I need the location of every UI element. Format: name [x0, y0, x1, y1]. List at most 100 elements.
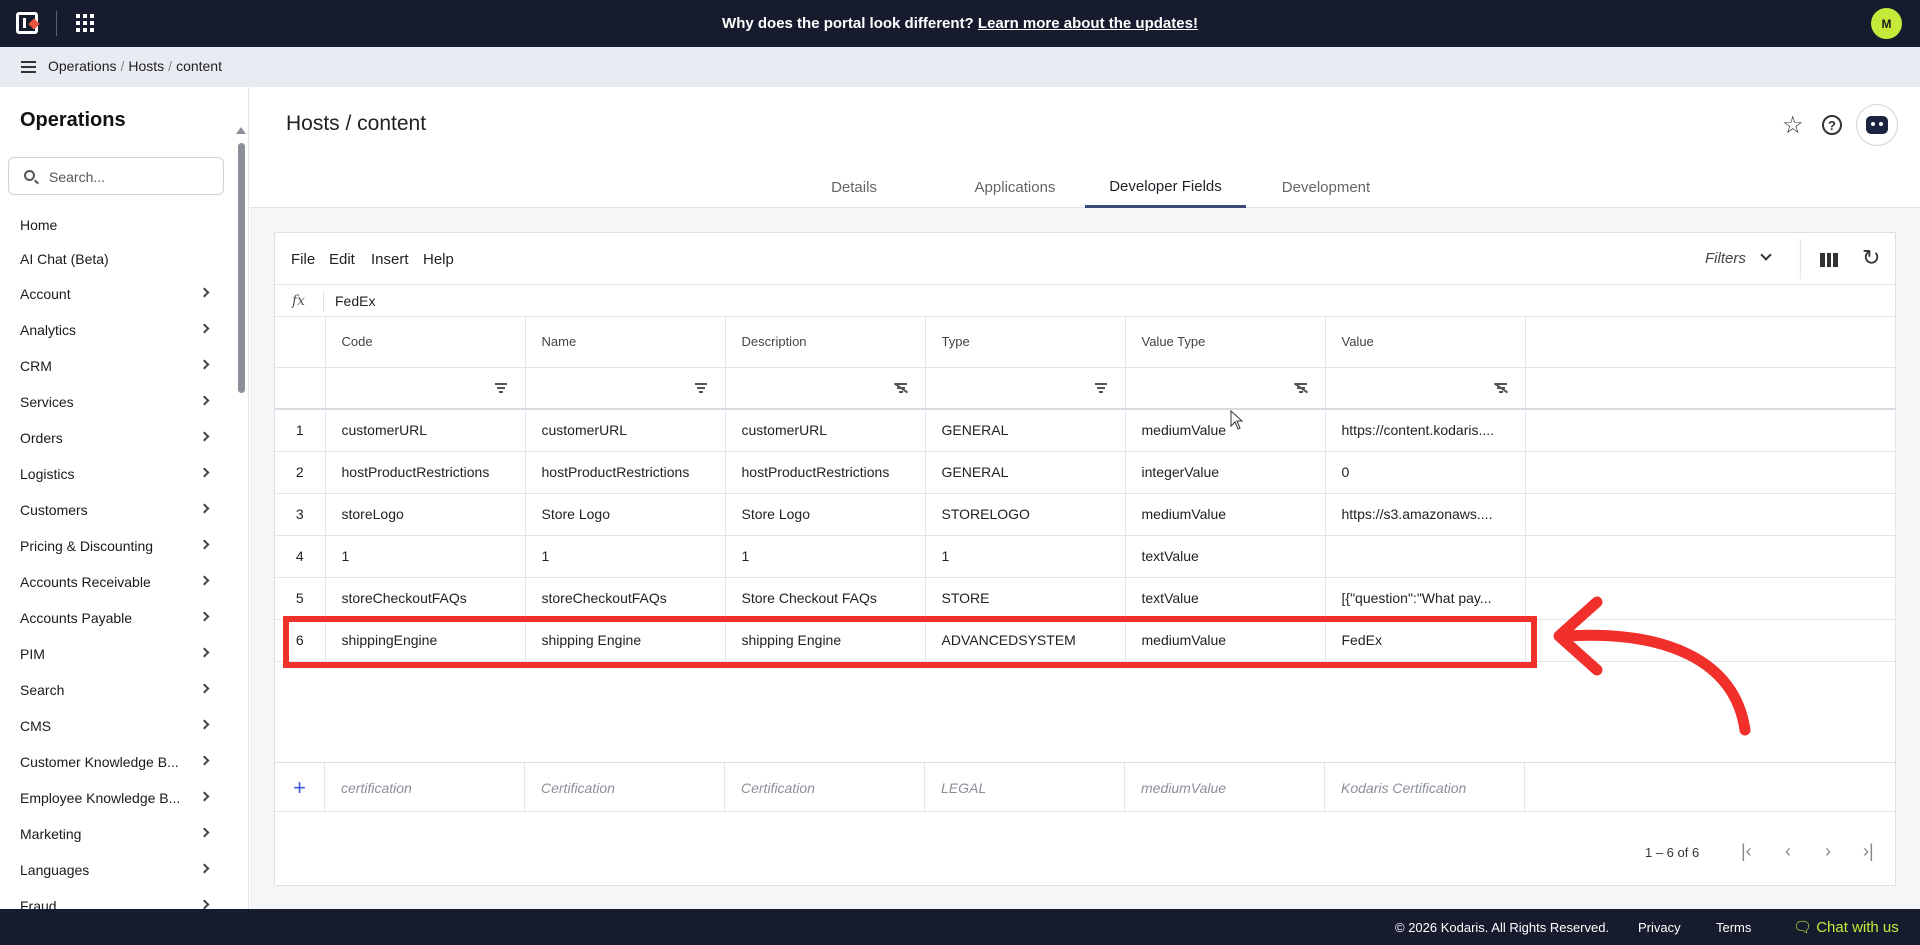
filter-icon[interactable] — [1094, 382, 1107, 393]
menu-insert[interactable]: Insert — [371, 251, 409, 268]
filter-cell-description[interactable] — [725, 367, 926, 410]
cell-value-type[interactable]: integerValue — [1125, 451, 1326, 494]
add-row-button[interactable]: + — [275, 763, 325, 813]
sidebar-item-pricing-discounting[interactable]: Pricing & Discounting — [0, 528, 232, 564]
sidebar-item-logistics[interactable]: Logistics — [0, 456, 232, 492]
new-description-input[interactable]: Certification — [725, 763, 925, 813]
cell-type[interactable]: 1 — [925, 535, 1126, 578]
new-name-input[interactable]: Certification — [525, 763, 725, 813]
cell-description[interactable]: Store Logo — [725, 493, 926, 536]
columns-icon[interactable] — [1820, 253, 1839, 267]
row-number[interactable]: 1 — [275, 409, 326, 452]
cell-value[interactable]: https://content.kodaris.... — [1325, 409, 1526, 452]
column-header-type[interactable]: Type — [925, 317, 1126, 368]
sidebar-item-fraud[interactable]: Fraud — [0, 888, 232, 909]
filter-off-icon[interactable] — [1494, 382, 1507, 393]
search-input[interactable] — [49, 167, 219, 187]
menu-help[interactable]: Help — [423, 251, 454, 268]
table-row[interactable]: 3 storeLogo Store Logo Store Logo STORELOGO m… — [275, 493, 1896, 536]
row-number[interactable]: 4 — [275, 535, 326, 578]
sidebar-scrollbar[interactable] — [236, 127, 246, 877]
cell-value[interactable]: https://s3.amazonaws.... — [1325, 493, 1526, 536]
ai-assistant-button[interactable] — [1856, 104, 1898, 146]
sidebar-item-orders[interactable]: Orders — [0, 420, 232, 456]
breadcrumb-operations[interactable]: Operations — [48, 58, 116, 74]
tab-applications[interactable]: Applications — [945, 167, 1085, 208]
cell-type[interactable]: GENERAL — [925, 409, 1126, 452]
new-type-input[interactable]: LEGAL — [925, 763, 1125, 813]
cell-value-type[interactable]: textValue — [1125, 535, 1326, 578]
tab-development[interactable]: Development — [1246, 167, 1406, 208]
previous-page-icon[interactable]: ‹ — [1785, 841, 1791, 862]
breadcrumb-hosts[interactable]: Hosts — [128, 58, 164, 74]
chevron-down-icon[interactable] — [1760, 249, 1772, 261]
help-icon[interactable]: ? — [1822, 115, 1842, 135]
tab-developer-fields[interactable]: Developer Fields — [1085, 167, 1246, 208]
sidebar-item-ai-chat-beta[interactable]: AI Chat (Beta) — [0, 242, 232, 276]
tab-details[interactable]: Details — [784, 167, 924, 208]
cell-value[interactable]: [{"question":"What pay... — [1325, 577, 1526, 620]
chat-with-us-button[interactable]: 🗨 Chat with us — [1793, 918, 1899, 936]
filter-cell-name[interactable] — [525, 367, 726, 410]
filter-off-icon[interactable] — [894, 382, 907, 393]
row-number[interactable]: 2 — [275, 451, 326, 494]
hamburger-menu-icon[interactable] — [21, 61, 36, 73]
sidebar-item-search[interactable]: Search — [0, 672, 232, 708]
sidebar-item-pim[interactable]: PIM — [0, 636, 232, 672]
cell-name[interactable]: storeCheckoutFAQs — [525, 577, 726, 620]
next-page-icon[interactable]: › — [1825, 841, 1831, 862]
sidebar-item-services[interactable]: Services — [0, 384, 232, 420]
cell-code[interactable]: customerURL — [325, 409, 526, 452]
filter-cell-type[interactable] — [925, 367, 1126, 410]
filter-off-icon[interactable] — [1294, 382, 1307, 393]
footer-terms-link[interactable]: Terms — [1716, 920, 1751, 935]
menu-edit[interactable]: Edit — [329, 251, 355, 268]
filter-cell-code[interactable] — [325, 367, 526, 410]
filters-dropdown[interactable]: Filters — [1705, 250, 1746, 267]
cell-type[interactable]: GENERAL — [925, 451, 1126, 494]
scroll-up-arrow-icon[interactable] — [236, 127, 246, 134]
footer-privacy-link[interactable]: Privacy — [1638, 920, 1681, 935]
sidebar-item-customer-knowledge-b[interactable]: Customer Knowledge B... — [0, 744, 232, 780]
column-header-description[interactable]: Description — [725, 317, 926, 368]
sidebar-item-languages[interactable]: Languages — [0, 852, 232, 888]
sidebar-item-customers[interactable]: Customers — [0, 492, 232, 528]
sidebar-item-home[interactable]: Home — [0, 208, 232, 242]
table-row[interactable]: 2 hostProductRestrictions hostProductRestr… — [275, 451, 1896, 494]
menu-file[interactable]: File — [291, 251, 315, 268]
column-header-value-type[interactable]: Value Type — [1125, 317, 1326, 368]
new-code-input[interactable]: certification — [325, 763, 525, 813]
cell-name[interactable]: Store Logo — [525, 493, 726, 536]
formula-value[interactable]: FedEx — [335, 293, 375, 309]
cell-type[interactable]: STORELOGO — [925, 493, 1126, 536]
last-page-icon[interactable]: ›| — [1863, 841, 1874, 862]
sidebar-item-accounts-receivable[interactable]: Accounts Receivable — [0, 564, 232, 600]
column-header-code[interactable]: Code — [325, 317, 526, 368]
new-value-type-input[interactable]: mediumValue — [1125, 763, 1325, 813]
cell-value-type[interactable]: mediumValue — [1125, 493, 1326, 536]
cell-description[interactable]: Store Checkout FAQs — [725, 577, 926, 620]
user-avatar[interactable]: M — [1871, 8, 1902, 39]
favorite-star-icon[interactable]: ☆ — [1782, 111, 1804, 140]
cell-description[interactable]: hostProductRestrictions — [725, 451, 926, 494]
filter-cell-value[interactable] — [1325, 367, 1526, 410]
sidebar-item-analytics[interactable]: Analytics — [0, 312, 232, 348]
cell-name[interactable]: hostProductRestrictions — [525, 451, 726, 494]
cell-name[interactable]: customerURL — [525, 409, 726, 452]
column-header-value[interactable]: Value — [1325, 317, 1526, 368]
row-number[interactable]: 5 — [275, 577, 326, 620]
sidebar-item-cms[interactable]: CMS — [0, 708, 232, 744]
sidebar-item-marketing[interactable]: Marketing — [0, 816, 232, 852]
announcement-link[interactable]: Learn more about the updates! — [978, 15, 1198, 32]
cell-code[interactable]: hostProductRestrictions — [325, 451, 526, 494]
cell-value-type[interactable]: textValue — [1125, 577, 1326, 620]
cell-code[interactable]: 1 — [325, 535, 526, 578]
cell-value[interactable] — [1325, 535, 1526, 578]
table-row[interactable]: 4 1 1 1 1 textValue — [275, 535, 1896, 578]
cell-code[interactable]: storeLogo — [325, 493, 526, 536]
filter-icon[interactable] — [494, 382, 507, 393]
first-page-icon[interactable]: |‹ — [1741, 841, 1752, 862]
column-header-name[interactable]: Name — [525, 317, 726, 368]
row-number[interactable]: 3 — [275, 493, 326, 536]
cell-value-type[interactable]: mediumValue — [1125, 409, 1326, 452]
